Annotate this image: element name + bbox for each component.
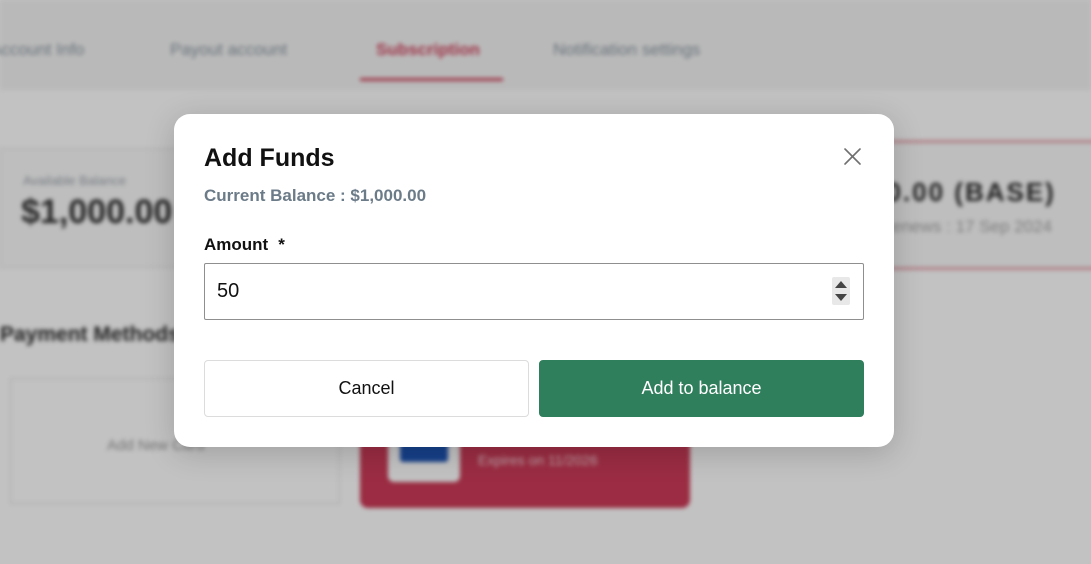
amount-stepper[interactable] (832, 277, 850, 305)
chevron-up-icon[interactable] (835, 281, 847, 288)
cancel-button[interactable]: Cancel (204, 360, 529, 417)
add-to-balance-button[interactable]: Add to balance (539, 360, 864, 417)
dialog-title: Add Funds (204, 144, 335, 172)
amount-label: Amount * (204, 235, 285, 255)
close-icon (844, 148, 861, 165)
current-balance: Current Balance : $1,000.00 (204, 186, 427, 205)
required-marker: * (278, 235, 285, 254)
amount-input[interactable] (204, 263, 864, 320)
chevron-down-icon[interactable] (835, 294, 847, 301)
amount-label-text: Amount (204, 235, 269, 254)
add-funds-dialog: Add Funds Current Balance : $1,000.00 Am… (174, 114, 894, 447)
close-button[interactable] (838, 142, 868, 172)
